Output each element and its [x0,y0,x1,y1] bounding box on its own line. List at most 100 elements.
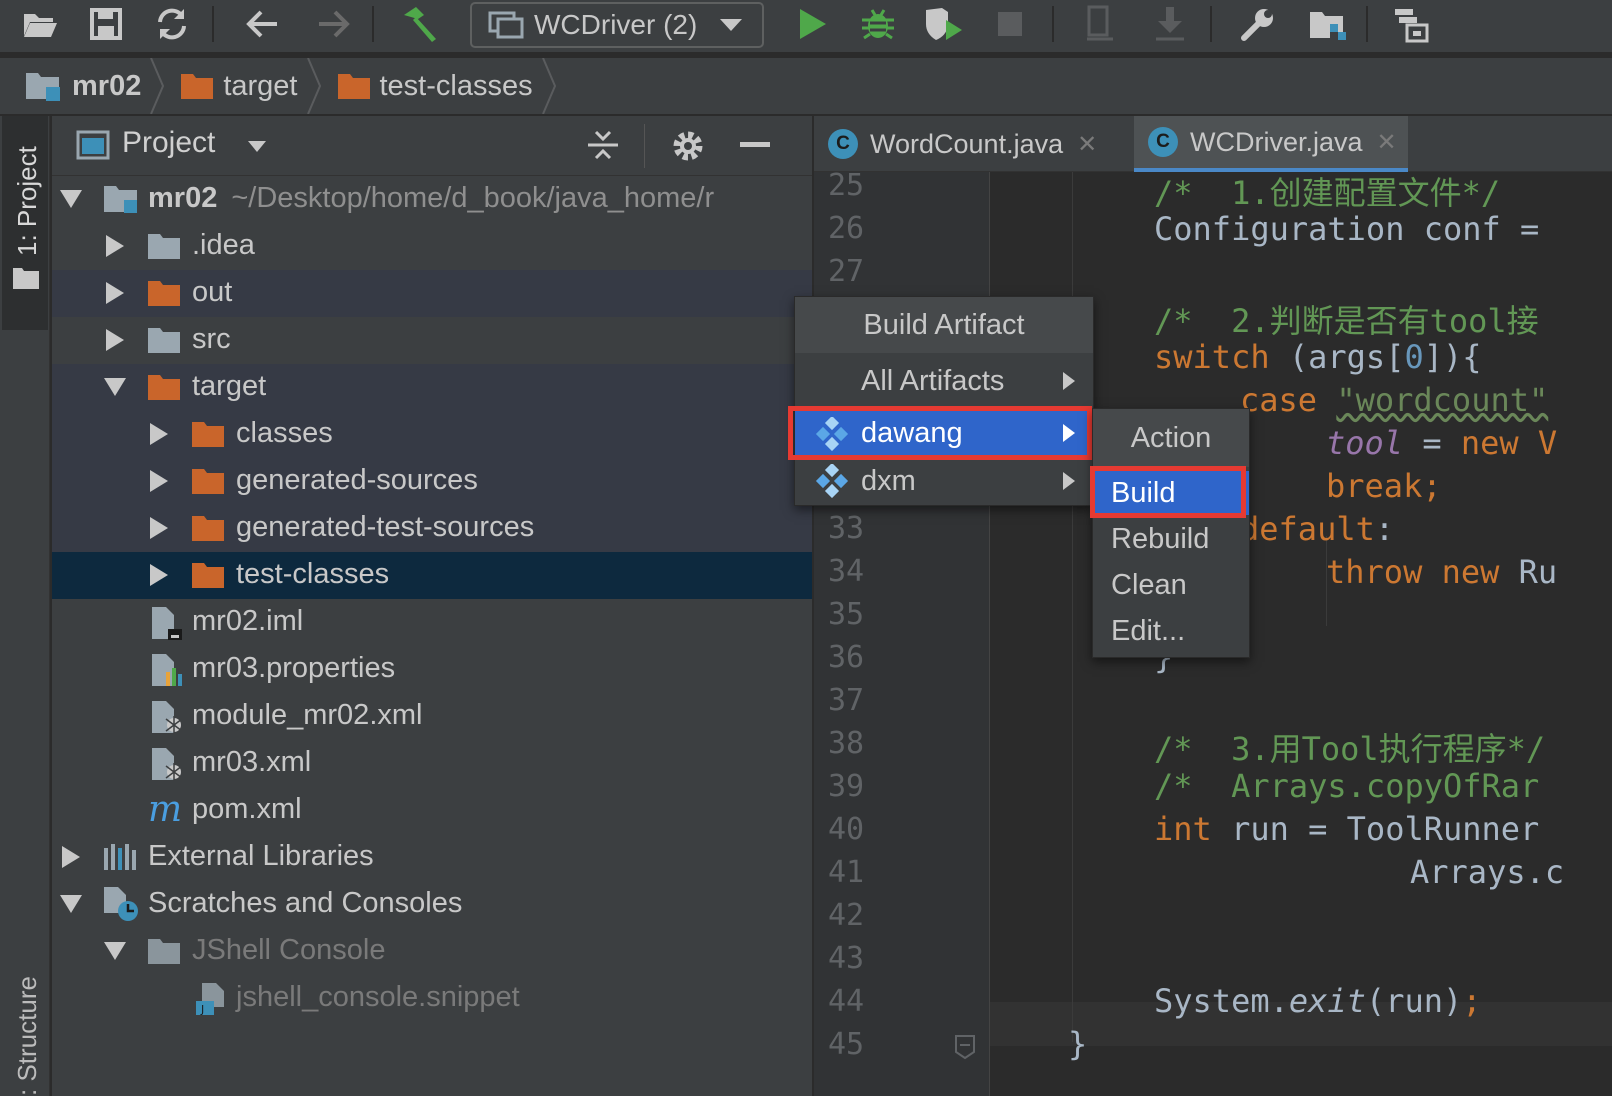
tree-row-scratches[interactable]: Scratches and Consoles [52,881,812,928]
tree-row-idea[interactable]: .idea [52,223,812,270]
close-icon[interactable]: ✕ [1377,128,1397,157]
project-panel-title[interactable]: Project [122,126,215,160]
tree-row-src[interactable]: src [52,317,812,364]
collapse-all-icon[interactable] [586,128,620,167]
tree-row-generated-sources[interactable]: generated-sources [52,458,812,505]
folder-icon [190,560,226,590]
minimize-icon[interactable] [740,142,770,147]
forward-icon[interactable] [312,4,356,44]
breadcrumb-item-test-classes[interactable]: test-classes [336,70,533,103]
breadcrumb-item-target[interactable]: target [179,70,298,103]
vcs-icon[interactable] [1078,4,1122,44]
tree-row-jshell-console[interactable]: JShell Console [52,928,812,975]
update-icon[interactable] [1148,4,1192,44]
tree-row-target[interactable]: target [52,364,812,411]
line-number: 42 [828,898,865,933]
folder-icon [179,71,215,101]
tree-row-out[interactable]: out [52,270,812,317]
structure-tool-tab[interactable]: : Structure [12,976,43,1096]
line-number: 27 [828,254,865,289]
run-icon[interactable] [790,4,834,44]
fold-marker-icon[interactable] [954,1034,976,1065]
expanded-arrow-icon[interactable] [60,893,82,915]
open-folder-icon[interactable] [18,4,62,44]
collapsed-arrow-icon[interactable] [104,282,126,304]
tree-row-mr03-properties[interactable]: mr03.properties [52,646,812,693]
menu-item-all-artifacts[interactable]: All Artifacts [795,355,1093,407]
line-number: 40 [828,812,865,847]
iml-file-icon [150,605,184,641]
properties-file-icon [150,652,186,688]
menu-item-rebuild[interactable]: Rebuild [1093,517,1249,561]
close-icon[interactable]: ✕ [1077,130,1097,159]
code-token: throw new [1326,553,1519,591]
collapsed-arrow-icon[interactable] [60,846,82,868]
tree-item-label: .idea [192,229,255,261]
snippet-file-icon: J [194,981,228,1017]
tree-row-module-mr02-xml[interactable]: module_mr02.xml [52,693,812,740]
menu-item-label: Edit... [1111,614,1186,647]
collapsed-arrow-icon[interactable] [148,517,170,539]
tree-item-label: src [192,323,231,355]
tree-row-root[interactable]: mr02 ~/Desktop/home/d_book/java_home/r [52,176,812,223]
collapsed-arrow-icon[interactable] [104,329,126,351]
menu-item-dawang[interactable]: dawang [795,409,1093,457]
debug-icon[interactable] [856,4,900,44]
gear-icon[interactable] [670,128,706,169]
coverage-icon[interactable] [920,4,968,44]
wrench-icon[interactable] [1236,4,1280,44]
sdk-icon[interactable] [1390,4,1434,44]
line-number: 25 [828,168,865,203]
menu-item-build[interactable]: Build [1093,471,1249,515]
code-token: tool [1326,424,1404,462]
menu-item-clean[interactable]: Clean [1093,563,1249,607]
collapsed-arrow-icon[interactable] [148,423,170,445]
menu-item-dxm[interactable]: dxm [795,457,1093,505]
tree-item-label: JShell Console [192,934,386,966]
code-token: : [1374,510,1395,548]
sync-icon[interactable] [150,4,194,44]
menu-item-label: Clean [1111,568,1187,601]
save-icon[interactable] [84,4,128,44]
build-hammer-icon[interactable] [396,4,444,44]
chevron-down-icon[interactable] [248,141,266,152]
line-number: 44 [828,984,865,1019]
code-token: Ru [1518,553,1558,591]
tree-item-label: mr02.iml [192,605,304,637]
expanded-arrow-icon[interactable] [60,188,82,210]
tree-item-label: pom.xml [192,793,302,825]
tree-item-label: Scratches and Consoles [148,887,463,919]
breadcrumb: mr02 target test-classes [0,58,1612,114]
breadcrumb-separator [306,58,321,114]
tree-row-mr03-xml[interactable]: mr03.xml [52,740,812,787]
code-token: default [1240,510,1375,548]
tab-wordcount-java[interactable]: C WordCount.java ✕ [814,116,1132,172]
tree-item-label: External Libraries [148,840,374,872]
stop-icon[interactable] [988,4,1032,44]
code-line: /* 1.创建配置文件*/ [1154,174,1501,212]
code-token: = [1403,424,1461,462]
tree-row-test-classes[interactable]: test-classes [52,552,812,599]
code-line: Arrays.c [1410,853,1565,891]
menu-item-edit[interactable]: Edit... [1093,609,1249,653]
tree-row-classes[interactable]: classes [52,411,812,458]
menu-item-label: All Artifacts [861,364,1005,397]
xml-file-icon [150,746,186,782]
tree-row-mr02-iml[interactable]: mr02.iml [52,599,812,646]
back-icon[interactable] [240,4,284,44]
collapsed-arrow-icon[interactable] [148,470,170,492]
tab-wcdriver-java[interactable]: C WCDriver.java ✕ [1134,116,1408,172]
expanded-arrow-icon[interactable] [104,940,126,962]
breadcrumb-item-mr02[interactable]: mr02 [24,69,141,103]
project-structure-icon[interactable] [1304,4,1352,44]
project-tool-tab[interactable]: 1: Project [2,116,48,330]
run-configuration-selector[interactable]: WCDriver (2) [470,2,764,48]
collapsed-arrow-icon[interactable] [104,235,126,257]
collapsed-arrow-icon[interactable] [148,564,170,586]
tree-row-jshell-snippet[interactable]: J jshell_console.snippet [52,975,812,1022]
tree-row-generated-test-sources[interactable]: generated-test-sources [52,505,812,552]
tree-row-pom-xml[interactable]: m pom.xml [52,787,812,834]
tree-row-external-libraries[interactable]: External Libraries [52,834,812,881]
expanded-arrow-icon[interactable] [104,376,126,398]
folder-icon [12,266,40,295]
